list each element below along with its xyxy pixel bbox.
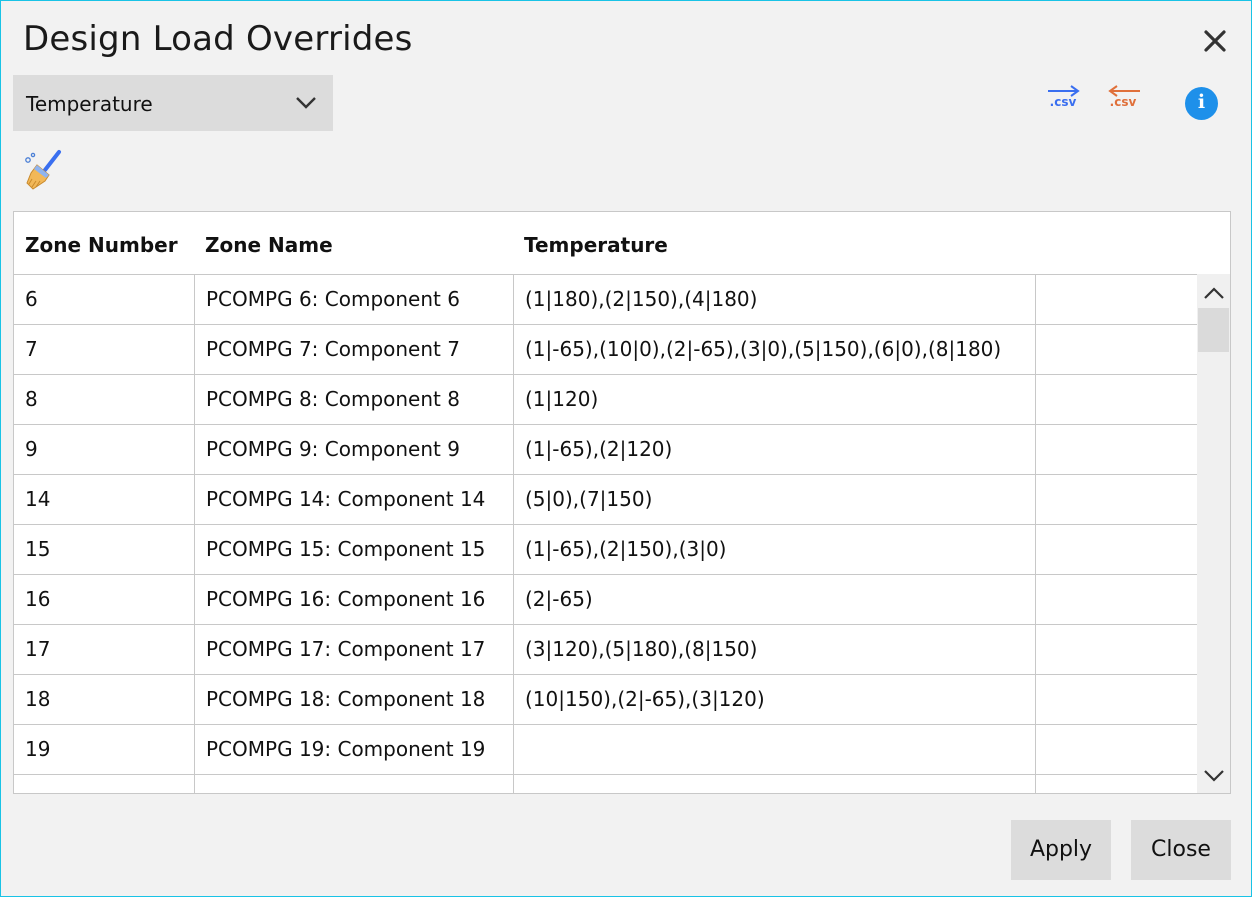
close-icon[interactable] [1199,25,1231,57]
table-row[interactable]: 18 PCOMPG 18: Component 18 (10|150),(2|-… [14,674,1197,725]
info-icon-glyph: i [1197,91,1206,113]
zone-name-cell[interactable]: PCOMPG 7: Component 7 [194,324,513,374]
table-header: Zone Number Zone Name Temperature [14,212,1230,275]
table-row[interactable]: 6 PCOMPG 6: Component 6 (1|180),(2|150),… [14,274,1197,325]
zone-number-cell[interactable]: 15 [14,524,194,574]
zone-number-cell[interactable]: 8 [14,374,194,424]
zone-number-cell[interactable]: 18 [14,674,194,724]
zone-number-cell[interactable]: 6 [14,274,194,324]
zone-number-cell[interactable]: 17 [14,624,194,674]
table-row[interactable]: 14 PCOMPG 14: Component 14 (5|0),(7|150) [14,474,1197,525]
zone-name-cell[interactable] [194,774,513,793]
empty-cell[interactable] [1035,474,1197,524]
empty-cell[interactable] [1035,774,1197,793]
export-csv-button[interactable]: .csv [1043,83,1083,121]
import-csv-button[interactable]: .csv [1103,83,1143,121]
empty-cell[interactable] [1035,374,1197,424]
scrollbar-thumb[interactable] [1198,308,1229,352]
zone-number-cell[interactable]: 16 [14,574,194,624]
empty-cell[interactable] [1035,674,1197,724]
info-icon[interactable]: i [1185,87,1218,120]
table-row[interactable]: 8 PCOMPG 8: Component 8 (1|120) [14,374,1197,425]
close-button[interactable]: Close [1131,820,1231,880]
zone-name-cell[interactable]: PCOMPG 14: Component 14 [194,474,513,524]
empty-cell[interactable] [1035,624,1197,674]
header-zone-number[interactable]: Zone Number [25,233,178,257]
temperature-cell[interactable]: (1|-65),(10|0),(2|-65),(3|0),(5|150),(6|… [513,324,1035,374]
zone-number-cell[interactable]: 19 [14,724,194,774]
temperature-cell[interactable]: (2|-65) [513,574,1035,624]
temperature-cell[interactable]: (5|0),(7|150) [513,474,1035,524]
temperature-cell[interactable]: (1|-65),(2|120) [513,424,1035,474]
zone-number-cell[interactable] [14,774,194,793]
load-type-dropdown[interactable]: Temperature [13,75,333,131]
temperature-cell[interactable] [513,774,1035,793]
table-row[interactable]: 7 PCOMPG 7: Component 7 (1|-65),(10|0),(… [14,324,1197,375]
empty-cell[interactable] [1035,724,1197,774]
scroll-down-icon[interactable] [1203,769,1225,783]
import-csv-label: .csv [1109,95,1137,109]
table-row[interactable]: 19 PCOMPG 19: Component 19 [14,724,1197,775]
zone-name-cell[interactable]: PCOMPG 19: Component 19 [194,724,513,774]
table-row[interactable]: 9 PCOMPG 9: Component 9 (1|-65),(2|120) [14,424,1197,475]
empty-cell[interactable] [1035,524,1197,574]
zone-number-cell[interactable]: 9 [14,424,194,474]
zone-number-cell[interactable]: 7 [14,324,194,374]
scroll-up-icon[interactable] [1203,286,1225,300]
zone-name-cell[interactable]: PCOMPG 8: Component 8 [194,374,513,424]
chevron-down-icon [296,97,316,109]
empty-cell[interactable] [1035,324,1197,374]
overrides-table: Zone Number Zone Name Temperature 6 PCOM… [13,211,1231,794]
empty-cell[interactable] [1035,424,1197,474]
empty-cell[interactable] [1035,574,1197,624]
broom-clear-icon[interactable] [23,149,65,191]
zone-number-cell[interactable]: 14 [14,474,194,524]
temperature-cell[interactable]: (1|120) [513,374,1035,424]
vertical-scrollbar[interactable] [1197,274,1230,793]
temperature-cell[interactable]: (10|150),(2|-65),(3|120) [513,674,1035,724]
load-type-selected: Temperature [26,92,153,116]
temperature-cell[interactable]: (1|180),(2|150),(4|180) [513,274,1035,324]
empty-cell[interactable] [1035,274,1197,324]
temperature-cell[interactable] [513,724,1035,774]
table-row[interactable]: 17 PCOMPG 17: Component 17 (3|120),(5|18… [14,624,1197,675]
dialog-title: Design Load Overrides [23,19,413,59]
zone-name-cell[interactable]: PCOMPG 17: Component 17 [194,624,513,674]
zone-name-cell[interactable]: PCOMPG 16: Component 16 [194,574,513,624]
temperature-cell[interactable]: (3|120),(5|180),(8|150) [513,624,1035,674]
header-zone-name[interactable]: Zone Name [205,233,333,257]
table-row[interactable]: 15 PCOMPG 15: Component 15 (1|-65),(2|15… [14,524,1197,575]
zone-name-cell[interactable]: PCOMPG 18: Component 18 [194,674,513,724]
table-row[interactable] [14,774,1197,793]
design-load-overrides-dialog: Design Load Overrides Temperature .csv .… [0,0,1252,897]
zone-name-cell[interactable]: PCOMPG 9: Component 9 [194,424,513,474]
zone-name-cell[interactable]: PCOMPG 6: Component 6 [194,274,513,324]
table-row[interactable]: 16 PCOMPG 16: Component 16 (2|-65) [14,574,1197,625]
apply-button[interactable]: Apply [1011,820,1111,880]
header-temperature[interactable]: Temperature [524,233,668,257]
export-csv-label: .csv [1049,95,1077,109]
zone-name-cell[interactable]: PCOMPG 15: Component 15 [194,524,513,574]
temperature-cell[interactable]: (1|-65),(2|150),(3|0) [513,524,1035,574]
